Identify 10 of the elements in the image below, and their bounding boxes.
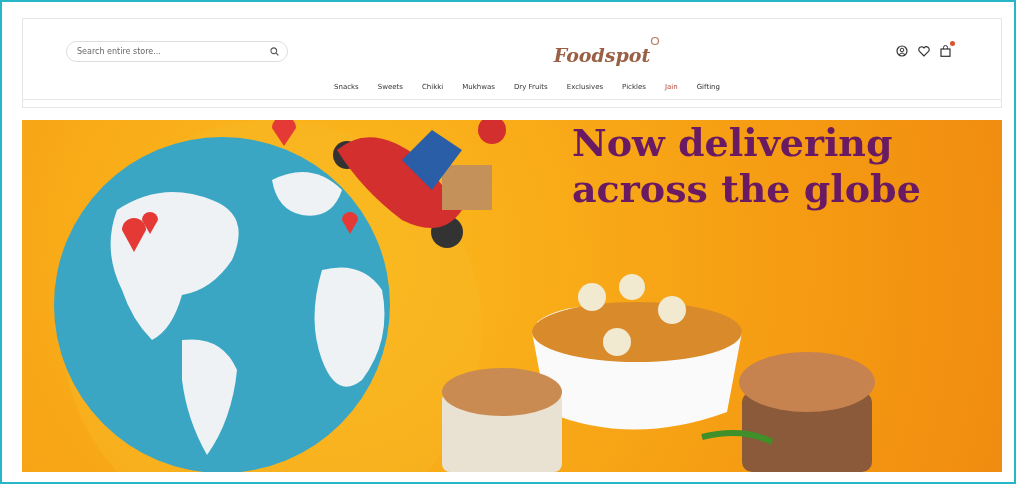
account-icon[interactable]	[896, 45, 908, 57]
cart-badge-dot	[950, 41, 955, 46]
shopping-bag-icon[interactable]	[940, 45, 951, 57]
banner-headline: across the globe	[572, 166, 921, 212]
search-icon	[270, 46, 279, 56]
banner-headline: Now delivering	[572, 120, 894, 166]
logo-mark-icon	[650, 36, 661, 46]
search-field[interactable]: Search entire store...	[66, 40, 288, 62]
heart-icon[interactable]	[918, 45, 930, 57]
brand-logo[interactable]: Foodspot	[553, 44, 651, 66]
